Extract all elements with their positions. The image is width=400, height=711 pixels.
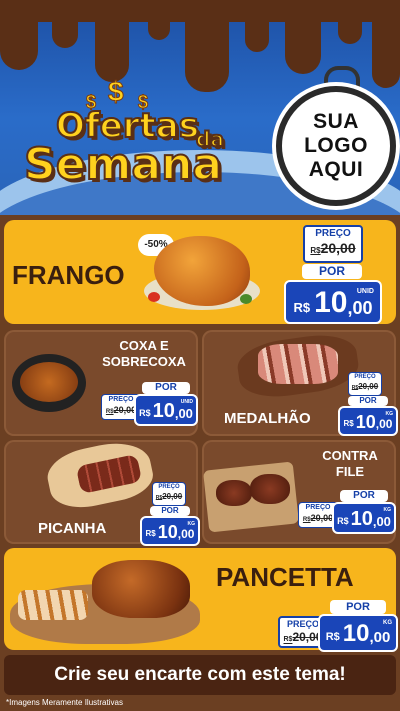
- price-label: PREÇO: [315, 228, 351, 239]
- price-integer: 10: [350, 508, 373, 530]
- price-label: PREÇO: [354, 374, 376, 380]
- por-label: POR: [302, 264, 362, 279]
- price-integer: 10: [314, 286, 348, 319]
- old-price: R$20,00: [155, 492, 183, 501]
- por-label: POR: [150, 506, 190, 516]
- price-integer: 10: [342, 620, 370, 647]
- unit-label: KG: [385, 411, 394, 417]
- currency: R$: [139, 408, 151, 418]
- old-price-tag: PREÇO R$20,00: [348, 372, 382, 396]
- currency: R$: [343, 419, 354, 428]
- product-name: FRANGO: [12, 260, 125, 290]
- price-label: PREÇO: [158, 484, 180, 490]
- herb: [240, 294, 252, 304]
- cta-banner[interactable]: Crie seu encarte com este tema!: [4, 655, 396, 695]
- por-label: POR: [348, 396, 388, 406]
- chocolate-drip: [245, 0, 269, 52]
- por-label: POR: [142, 382, 190, 394]
- pancetta-roast-image: [92, 560, 190, 618]
- chocolate-drip: [338, 0, 362, 44]
- product-name: COXA E SOBRECOXA: [102, 338, 186, 369]
- product-name: MEDALHÃO: [224, 410, 311, 427]
- title-semana: Semana: [23, 139, 223, 190]
- por-label: POR: [330, 600, 386, 614]
- price-decimal: ,00: [174, 406, 193, 421]
- currency: R$: [293, 300, 311, 315]
- unit-label: KG: [383, 620, 392, 626]
- chocolate-drip: [95, 0, 129, 82]
- logo-text: SUA: [313, 110, 359, 133]
- unit-label: KG: [383, 507, 392, 513]
- unit-label: UNID: [356, 288, 374, 295]
- unit-label: KG: [187, 521, 196, 527]
- pancetta-slices-image: [18, 590, 88, 620]
- old-price-tag: PREÇO R$20,00: [303, 225, 363, 263]
- new-price-tag: R$ 10 ,00 UNID: [284, 280, 382, 324]
- logo-text: AQUI: [308, 158, 364, 181]
- tomato: [148, 292, 160, 302]
- chocolate-drip: [0, 0, 38, 70]
- price-integer: 10: [355, 412, 376, 432]
- old-price: R$20,00: [351, 382, 379, 391]
- new-price-tag: R$ 10 ,00 UNID: [134, 394, 198, 426]
- price-decimal: ,00: [177, 527, 195, 541]
- price-decimal: ,00: [347, 298, 373, 318]
- new-price-tag: R$ 10 ,00 KG: [338, 406, 398, 436]
- header-banner: $ $ $ Ofertas da Semana SUA LOGO AQUI: [0, 0, 400, 215]
- steak-image: [216, 480, 252, 506]
- chocolate-drip: [285, 0, 321, 74]
- product-card-picanha[interactable]: PICANHA PREÇO R$20,00 POR R$ 10 ,00 KG: [4, 435, 200, 546]
- product-name: PANCETTA: [216, 562, 354, 592]
- price-decimal: ,00: [372, 514, 391, 529]
- price-integer: 10: [157, 522, 178, 542]
- dollar-icon: $: [108, 76, 125, 108]
- price-decimal: ,00: [375, 417, 393, 431]
- chocolate-drip: [148, 0, 170, 40]
- old-price: R$20,00: [310, 240, 356, 256]
- por-label: POR: [340, 490, 388, 502]
- unit-label: UNID: [180, 399, 193, 405]
- chicken-leg-image: [20, 362, 78, 402]
- product-card-pancetta[interactable]: PANCETTA PREÇO R$20,00 POR R$ 10 ,00 KG: [4, 548, 398, 652]
- product-name: CONTRA FILE: [322, 448, 378, 479]
- currency: R$: [325, 631, 340, 643]
- currency: R$: [145, 529, 156, 538]
- old-price-tag: PREÇO R$20,00: [152, 482, 186, 506]
- product-card-frango[interactable]: FRANGO -50% PREÇO R$20,00 POR R$ 10 ,00 …: [4, 220, 396, 324]
- logo-text: LOGO: [304, 134, 368, 157]
- new-price-tag: R$ 10 ,00 KG: [332, 502, 396, 534]
- currency: R$: [337, 516, 349, 526]
- new-price-tag: R$ 10 ,00 KG: [140, 516, 200, 546]
- product-card-coxa[interactable]: COXA E SOBRECOXA PREÇO R$20,00 POR R$ 10…: [4, 330, 198, 436]
- disclaimer-text: *Imagens Meramente Ilustrativas: [6, 698, 123, 707]
- new-price-tag: R$ 10 ,00 KG: [318, 614, 398, 652]
- steak-image: [250, 474, 290, 504]
- price-decimal: ,00: [369, 629, 391, 646]
- chocolate-drip: [52, 0, 78, 48]
- product-card-medalhao[interactable]: MEDALHÃO PREÇO R$20,00 POR R$ 10 ,00 KG: [202, 329, 398, 436]
- product-name: PICANHA: [38, 520, 107, 537]
- product-card-contrafile[interactable]: CONTRA FILE PREÇO R$20,00 POR R$ 10 ,00 …: [202, 440, 396, 544]
- bacon-skewers-image: [258, 344, 338, 384]
- chocolate-drip: [185, 0, 229, 92]
- price-integer: 10: [152, 400, 175, 422]
- logo-placeholder[interactable]: SUA LOGO AQUI: [276, 86, 396, 206]
- chocolate-drip: [372, 0, 400, 88]
